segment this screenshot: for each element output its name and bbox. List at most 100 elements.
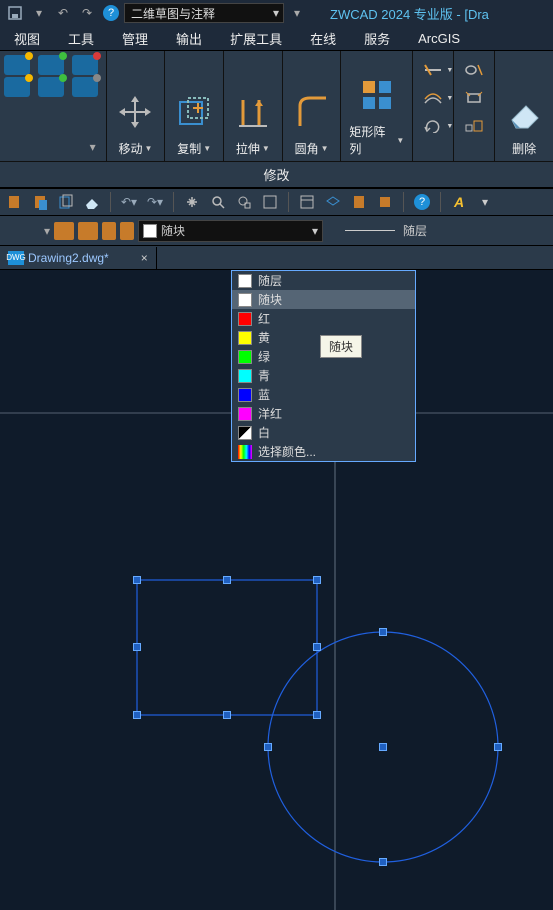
- move-button[interactable]: 移动▼: [107, 51, 166, 161]
- calculator-icon[interactable]: [349, 192, 369, 212]
- menu-view[interactable]: 视图: [14, 29, 40, 48]
- chevron-down-icon[interactable]: ▾: [44, 224, 50, 238]
- layer-icon[interactable]: [38, 55, 64, 75]
- clipboard-icon[interactable]: [4, 192, 24, 212]
- layer-icon[interactable]: [72, 77, 98, 97]
- color-option-bylayer[interactable]: 随层: [232, 271, 415, 290]
- stretch-label: 拉伸: [236, 140, 260, 157]
- quick-toolbar: ↶▾ ↷▾ ? A ▾: [0, 188, 553, 216]
- chevron-down-icon[interactable]: ▾: [475, 192, 495, 212]
- close-icon[interactable]: ×: [141, 251, 148, 265]
- grip-handle[interactable]: [379, 628, 387, 636]
- grip-handle[interactable]: [223, 711, 231, 719]
- chevron-down-icon[interactable]: ▾: [4, 137, 102, 157]
- print-icon[interactable]: [54, 222, 74, 240]
- properties-icon[interactable]: [297, 192, 317, 212]
- menu-arcgis[interactable]: ArcGIS: [418, 31, 460, 46]
- book-icon[interactable]: [375, 192, 395, 212]
- scale-icon[interactable]: [462, 117, 486, 135]
- color-option-white[interactable]: 白: [232, 423, 415, 442]
- chevron-down-icon: ▼: [203, 144, 211, 153]
- color-dropdown-list: 随层 随块 红 黄 绿 青 蓝 洋红 白 选择颜色... 随块: [231, 270, 416, 462]
- offset-icon[interactable]: ▼: [421, 89, 445, 107]
- grip-handle[interactable]: [133, 576, 141, 584]
- menu-tools[interactable]: 工具: [68, 29, 94, 48]
- paste-icon[interactable]: [30, 192, 50, 212]
- file-name: Drawing2.dwg*: [28, 251, 109, 265]
- grip-handle[interactable]: [223, 576, 231, 584]
- grip-handle[interactable]: [133, 711, 141, 719]
- linetype-display[interactable]: 随层: [345, 222, 427, 239]
- copy-icon[interactable]: [56, 192, 76, 212]
- chevron-down-icon: ▼: [321, 144, 329, 153]
- rotate-icon[interactable]: ▼: [421, 117, 445, 135]
- ribbon-section-label: 修改: [0, 161, 553, 187]
- color-option-red[interactable]: 红: [232, 309, 415, 328]
- redo-icon[interactable]: ↷: [76, 3, 98, 23]
- trim-icon[interactable]: ▼: [421, 61, 445, 79]
- color-option-select[interactable]: 选择颜色...: [232, 442, 415, 461]
- undo-icon[interactable]: ↶: [52, 3, 74, 23]
- linetype-label: 随层: [403, 222, 427, 239]
- print-preview-icon[interactable]: [78, 222, 98, 240]
- grip-handle[interactable]: [313, 576, 321, 584]
- explode-icon[interactable]: [462, 89, 486, 107]
- plot-icon[interactable]: [102, 222, 116, 240]
- grip-handle[interactable]: [133, 643, 141, 651]
- layers-icon[interactable]: [323, 192, 343, 212]
- pan-icon[interactable]: [182, 192, 202, 212]
- chevron-down-icon[interactable]: ▾: [286, 3, 308, 23]
- save-icon[interactable]: [4, 3, 26, 23]
- ribbon: ▾ 移动▼ 复制▼ 拉伸▼ 圆角▼ 矩形阵列▼ ▼ ▼ ▼: [0, 50, 553, 188]
- color-option-magenta[interactable]: 洋红: [232, 404, 415, 423]
- grip-handle[interactable]: [313, 711, 321, 719]
- color-option-byblock[interactable]: 随块: [232, 290, 415, 309]
- chevron-down-icon[interactable]: ▾: [28, 3, 50, 23]
- color-dropdown[interactable]: 随块 ▾: [138, 220, 323, 242]
- page-setup-icon[interactable]: [120, 222, 134, 240]
- menu-manage[interactable]: 管理: [122, 29, 148, 48]
- dwg-icon: DWG: [8, 251, 24, 265]
- color-option-blue[interactable]: 蓝: [232, 385, 415, 404]
- color-selected-label: 随块: [161, 222, 185, 239]
- layer-icon[interactable]: [4, 55, 30, 75]
- text-style-icon[interactable]: A: [449, 192, 469, 212]
- workspace-dropdown[interactable]: 二维草图与注释 ▾: [124, 3, 284, 23]
- array-button[interactable]: 矩形阵列▼: [341, 51, 413, 161]
- layer-icon[interactable]: [72, 55, 98, 75]
- undo-icon[interactable]: ↶▾: [119, 192, 139, 212]
- zoom-extents-icon[interactable]: [260, 192, 280, 212]
- grip-handle[interactable]: [379, 858, 387, 866]
- chevron-down-icon: ▼: [396, 136, 404, 145]
- layer-icon[interactable]: [38, 77, 64, 97]
- help-icon[interactable]: ?: [412, 192, 432, 212]
- grip-handle[interactable]: [313, 643, 321, 651]
- color-option-cyan[interactable]: 青: [232, 366, 415, 385]
- zoom-window-icon[interactable]: [234, 192, 254, 212]
- layer-icon[interactable]: [4, 77, 30, 97]
- chevron-down-icon: ▾: [273, 6, 279, 20]
- grip-handle[interactable]: [264, 743, 272, 751]
- grip-handle[interactable]: [379, 743, 387, 751]
- zoom-icon[interactable]: [208, 192, 228, 212]
- tooltip: 随块: [320, 335, 362, 358]
- copy-label: 复制: [177, 140, 201, 157]
- line-sample: [345, 230, 395, 231]
- eraser-icon[interactable]: [82, 192, 102, 212]
- fillet-button[interactable]: 圆角▼: [283, 51, 342, 161]
- grip-handle[interactable]: [494, 743, 502, 751]
- erase-button[interactable]: 删除: [495, 51, 553, 161]
- menu-extend[interactable]: 扩展工具: [230, 29, 282, 48]
- menu-service[interactable]: 服务: [364, 29, 390, 48]
- stretch-button[interactable]: 拉伸▼: [224, 51, 283, 161]
- help-icon[interactable]: ?: [100, 3, 122, 23]
- mirror-icon[interactable]: [462, 61, 486, 79]
- drawing-canvas[interactable]: 随层 随块 红 黄 绿 青 蓝 洋红 白 选择颜色... 随块: [0, 270, 553, 910]
- menu-online[interactable]: 在线: [310, 29, 336, 48]
- menu-output[interactable]: 输出: [176, 29, 202, 48]
- properties-toolbar: ▾ 随块 ▾ 随层: [0, 216, 553, 246]
- redo-icon[interactable]: ↷▾: [145, 192, 165, 212]
- copy-button[interactable]: 复制▼: [165, 51, 224, 161]
- file-tab[interactable]: DWG Drawing2.dwg* ×: [0, 247, 157, 269]
- app-title: ZWCAD 2024 专业版 - [Dra: [330, 4, 489, 23]
